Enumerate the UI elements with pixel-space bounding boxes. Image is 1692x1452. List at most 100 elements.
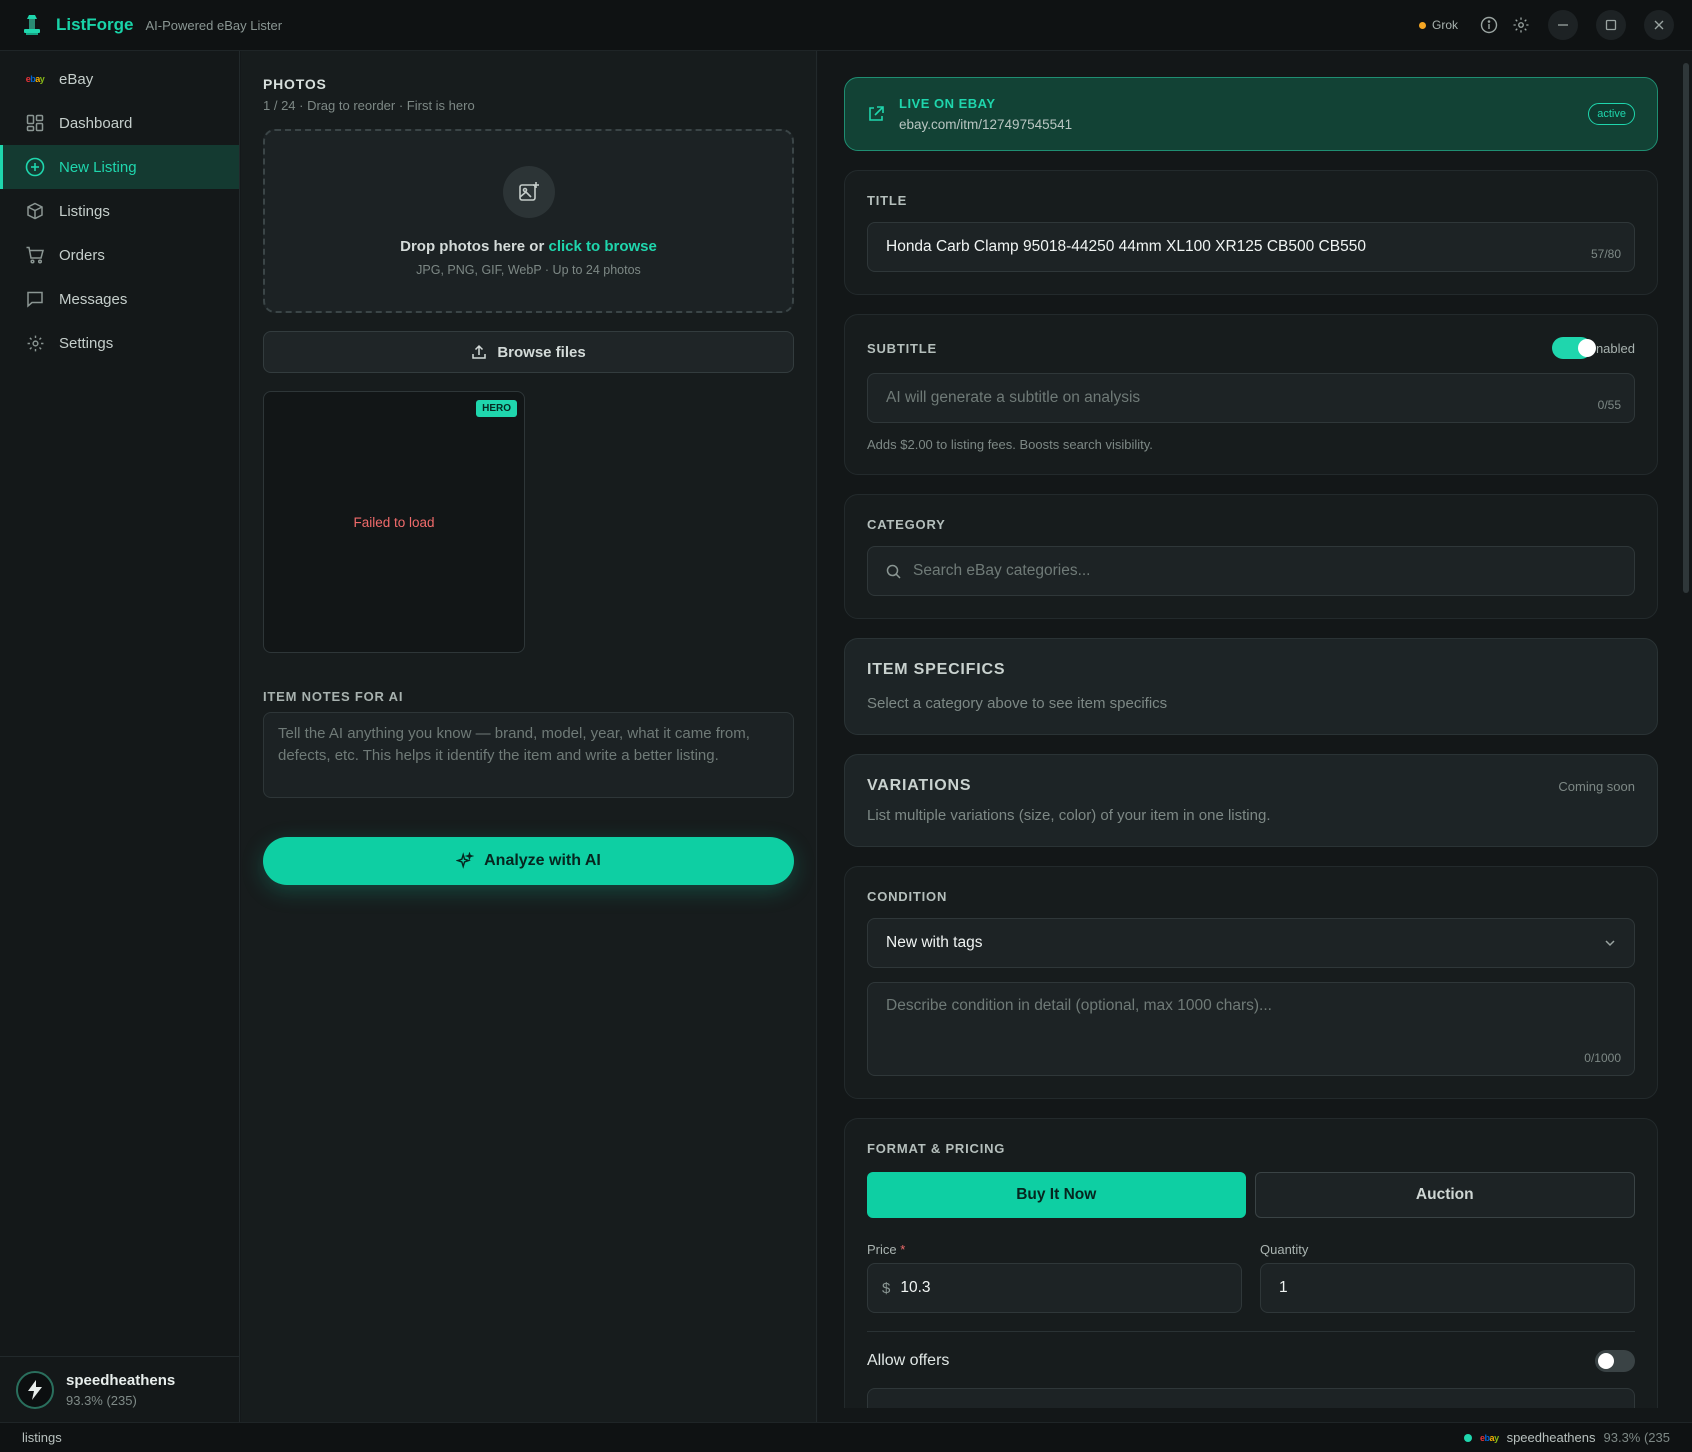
sidebar-item-label: New Listing (59, 158, 137, 176)
message-icon (25, 289, 45, 309)
browse-files-button[interactable]: Browse files (263, 331, 794, 373)
search-icon (886, 564, 901, 579)
sidebar-item-new-listing[interactable]: New Listing (0, 145, 239, 189)
title-input[interactable]: Honda Carb Clamp 95018-44250 44mm XL100 … (867, 222, 1635, 272)
variations-title: VARIATIONS (867, 777, 972, 794)
subtitle-counter: 0/55 (1597, 398, 1621, 412)
allow-offers-toggle[interactable] (1595, 1350, 1635, 1372)
live-url[interactable]: ebay.com/itm/127497545541 (899, 117, 1072, 132)
status-user: speedheathens (1506, 1430, 1596, 1445)
auction-button[interactable]: Auction (1254, 1172, 1635, 1218)
condition-detail-placeholder: Describe condition in detail (optional, … (886, 997, 1272, 1014)
ebay-logo-icon: ebay (25, 74, 45, 84)
sidebar-item-listings[interactable]: Listings (0, 189, 239, 233)
ai-provider-indicator[interactable]: Grok (1418, 18, 1458, 32)
sidebar-item-orders[interactable]: Orders (0, 233, 239, 277)
sidebar-item-label: Messages (59, 290, 128, 308)
external-link-icon (867, 105, 885, 123)
title-bar: ListForge AI-Powered eBay Lister Grok (0, 0, 1692, 51)
live-on-ebay-banner[interactable]: LIVE ON EBAY ebay.com/itm/127497545541 a… (844, 77, 1658, 151)
sidebar-item-messages[interactable]: Messages (0, 277, 239, 321)
category-label: CATEGORY (867, 517, 946, 532)
cart-icon (25, 245, 45, 265)
condition-detail-input[interactable]: Describe condition in detail (optional, … (867, 982, 1635, 1076)
ebay-logo-icon: ebay (1480, 1432, 1499, 1443)
package-icon (25, 201, 45, 221)
info-icon[interactable] (1480, 16, 1498, 34)
sidebar-item-label: Settings (59, 334, 114, 352)
sidebar-item-settings[interactable]: Settings (0, 321, 239, 365)
photo-error-text: Failed to load (353, 514, 435, 530)
title-card: TITLE Honda Carb Clamp 95018-44250 44mm … (844, 170, 1658, 295)
subtitle-placeholder: AI will generate a subtitle on analysis (886, 389, 1141, 406)
price-input[interactable]: $ 10.3 (867, 1263, 1242, 1313)
item-specifics-text: Select a category above to see item spec… (867, 695, 1168, 712)
lightning-icon (28, 1379, 42, 1400)
status-left-text[interactable]: listings (22, 1430, 62, 1445)
subtitle-label: SUBTITLE (867, 340, 937, 356)
category-placeholder: Search eBay categories... (913, 562, 1091, 579)
variations-text: List multiple variations (size, color) o… (867, 807, 1271, 824)
connection-dot (1464, 1433, 1473, 1442)
sidebar-item-ebay[interactable]: ebay eBay (0, 57, 239, 101)
category-card: CATEGORY Search eBay categories... (844, 494, 1658, 619)
condition-select[interactable]: New with tags (867, 918, 1635, 968)
browse-files-label: Browse files (497, 343, 586, 361)
listforge-logo-icon (18, 11, 46, 39)
photos-subtitle: 1 / 24 · Drag to reorder · First is hero (263, 98, 475, 113)
currency-symbol: $ (882, 1279, 891, 1297)
title-label: TITLE (867, 193, 908, 208)
subtitle-card: SUBTITLE nabled AI will generate a subti… (844, 314, 1658, 475)
subtitle-hint: Adds $2.00 to listing fees. Boosts searc… (867, 437, 1153, 452)
buy-it-now-button[interactable]: Buy It Now (867, 1172, 1246, 1218)
category-search-input[interactable]: Search eBay categories... (867, 546, 1635, 596)
toggle-switch[interactable] (1551, 337, 1596, 359)
maximize-button[interactable] (1596, 10, 1626, 40)
required-mark: * (900, 1242, 906, 1257)
format-pricing-card: FORMAT & PRICING Buy It Now Auction Pric… (844, 1118, 1658, 1408)
status-dot (1418, 21, 1426, 29)
condition-label: CONDITION (867, 889, 948, 904)
add-image-icon (502, 165, 555, 218)
close-button[interactable] (1644, 10, 1674, 40)
quantity-value: 1 (1279, 1279, 1288, 1296)
photos-panel: PHOTOS 1 / 24 · Drag to reorder · First … (241, 51, 817, 1422)
coming-soon-badge: Coming soon (1558, 778, 1635, 794)
sidebar-item-dashboard[interactable]: Dashboard (0, 101, 239, 145)
user-profile[interactable]: speedheathens 93.3% (235) (0, 1356, 239, 1422)
subtitle-input[interactable]: AI will generate a subtitle on analysis … (867, 373, 1635, 423)
sidebar-item-label: Dashboard (59, 114, 133, 132)
title-counter: 57/80 (1590, 247, 1621, 261)
analyze-with-ai-button[interactable]: Analyze with AI (263, 837, 794, 885)
subtitle-toggle[interactable]: nabled (1551, 337, 1635, 359)
quantity-input[interactable]: 1 (1260, 1263, 1635, 1313)
condition-counter: 0/1000 (1584, 1051, 1621, 1065)
avatar (16, 1370, 54, 1409)
dropzone-text: Drop photos here or click to browse (400, 237, 657, 255)
browse-link[interactable]: click to browse (548, 238, 656, 255)
chevron-down-icon (1604, 937, 1616, 949)
format-pricing-label: FORMAT & PRICING (867, 1141, 1006, 1156)
status-badge: active (1588, 103, 1635, 125)
toggle-label: nabled (1595, 340, 1635, 356)
live-title: LIVE ON EBAY (899, 96, 996, 111)
app-name: ListForge (56, 15, 134, 34)
scrollbar[interactable] (1683, 63, 1689, 593)
ai-provider-label: Grok (1431, 18, 1458, 32)
gear-icon[interactable] (1512, 16, 1530, 34)
sidebar-item-label: Listings (59, 202, 110, 220)
photo-thumbnail[interactable]: HERO Failed to load (263, 391, 525, 653)
sidebar-item-label: eBay (59, 70, 94, 88)
hero-badge: HERO (476, 400, 517, 417)
sidebar-nav: ebay eBay Dashboard New Listing Listings (0, 51, 239, 365)
listing-form-panel: LIVE ON EBAY ebay.com/itm/127497545541 a… (818, 51, 1692, 1422)
plus-circle-icon (25, 157, 45, 177)
title-value: Honda Carb Clamp 95018-44250 44mm XL100 … (886, 238, 1366, 255)
photo-dropzone[interactable]: Drop photos here or click to browse JPG,… (263, 129, 794, 313)
item-notes-label: ITEM NOTES FOR AI (263, 689, 404, 704)
user-rating: 93.3% (235) (66, 1392, 137, 1408)
status-bar: listings ebay speedheathens 93.3% (235 (0, 1422, 1692, 1452)
item-notes-input[interactable] (263, 712, 794, 798)
dropzone-hint: JPG, PNG, GIF, WebP · Up to 24 photos (416, 262, 641, 277)
minimize-button[interactable] (1548, 10, 1578, 40)
